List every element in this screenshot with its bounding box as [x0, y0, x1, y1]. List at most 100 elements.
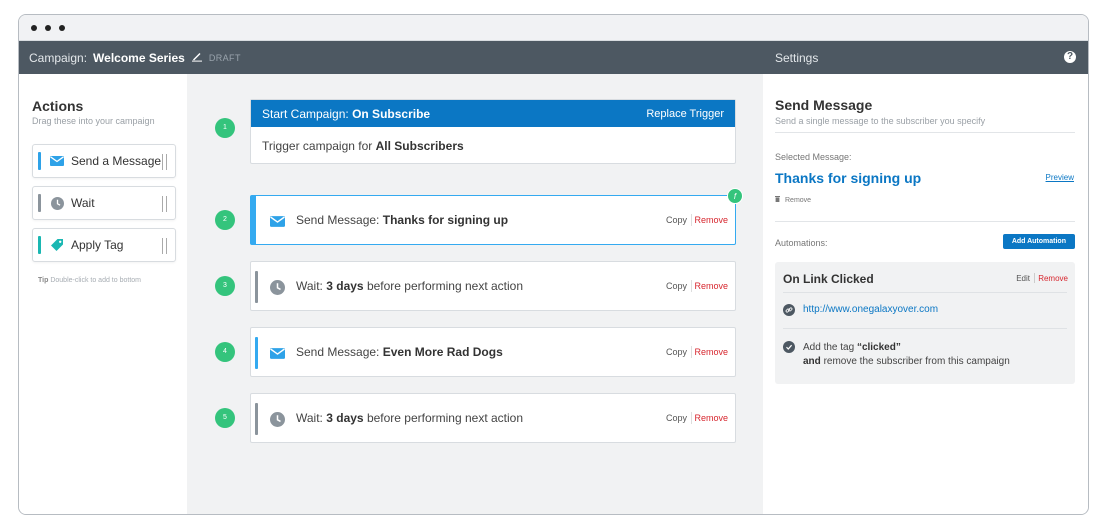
automation-action-row: Add the tag “clicked” and remove the sub… [783, 341, 1010, 369]
step-text: Send Message: Thanks for signing up [296, 213, 508, 227]
divider [691, 214, 692, 226]
action-and: and [803, 356, 821, 367]
step-color-bar [251, 196, 256, 244]
divider [783, 328, 1067, 329]
tag-icon [49, 238, 65, 252]
copy-button[interactable]: Copy [666, 215, 687, 225]
window-dot-icon[interactable] [59, 24, 65, 31]
automation-url-link[interactable]: http://www.onegalaxyover.com [803, 304, 938, 315]
actions-panel: Actions Drag these into your campaign Se… [19, 74, 187, 514]
step-text: Wait: 3 days before performing next acti… [296, 279, 523, 293]
step-number: 4 [215, 342, 235, 362]
workflow-step-card[interactable]: Send Message: Even More Rad Dogs Copy Re… [250, 327, 736, 377]
step-prefix: Wait: [296, 411, 323, 425]
window-dot-icon[interactable] [31, 24, 37, 31]
campaign-name[interactable]: Welcome Series [93, 51, 185, 65]
edit-pencil-icon[interactable] [191, 50, 203, 65]
action-label: Apply Tag [71, 238, 124, 252]
tip-body: Double-click to add to bottom [50, 277, 141, 284]
step-value: Even More Rad Dogs [382, 345, 503, 359]
replace-trigger-button[interactable]: Replace Trigger [646, 108, 724, 120]
automations-label: Automations: [775, 238, 828, 248]
divider [691, 280, 692, 292]
preview-link[interactable]: Preview [1046, 173, 1074, 182]
trigger-card[interactable]: Start Campaign: On Subscribe Replace Tri… [250, 99, 736, 164]
selected-message-link[interactable]: Thanks for signing up [775, 170, 921, 186]
clock-icon [49, 196, 65, 210]
remove-automation-button[interactable]: Remove [1038, 274, 1068, 283]
workflow-step-card[interactable]: Send Message: Thanks for signing up Copy… [250, 188, 743, 245]
action-label: Wait [71, 196, 95, 210]
automation-title: On Link Clicked [783, 272, 874, 286]
clock-icon [269, 279, 285, 295]
add-automation-button[interactable]: Add Automation [1002, 234, 1075, 249]
divider [775, 221, 1075, 222]
status-badge: DRAFT [208, 52, 241, 63]
step-number: 3 [215, 276, 235, 296]
trigger-header: Start Campaign: On Subscribe Replace Tri… [251, 100, 735, 127]
clock-icon [269, 411, 285, 427]
check-icon [783, 341, 795, 353]
action-tag: “clicked” [856, 342, 901, 353]
workflow-canvas: 1 Start Campaign: On Subscribe Replace T… [187, 74, 763, 514]
settings-title: Send Message [775, 97, 873, 113]
window-titlebar [19, 15, 1088, 41]
actions-subtitle: Drag these into your campaign [32, 116, 155, 126]
step-text: Wait: 3 days before performing next acti… [296, 411, 523, 425]
action-label: Send a Message [71, 154, 162, 168]
workflow-step-card[interactable]: Wait: 3 days before performing next acti… [250, 393, 736, 443]
action-apply-tag[interactable]: Apply Tag [32, 228, 176, 262]
remove-message-button[interactable]: Remove [775, 196, 811, 204]
trash-icon [775, 196, 780, 204]
step-suffix: before performing next action [366, 411, 524, 425]
copy-button[interactable]: Copy [666, 413, 687, 423]
action-color-bar [38, 236, 41, 254]
filter-badge-icon[interactable]: f [727, 188, 743, 204]
action-wait[interactable]: Wait [32, 186, 176, 220]
divider [691, 412, 692, 424]
settings-header-label: Settings [775, 50, 819, 65]
remove-button[interactable]: Remove [694, 215, 728, 225]
automation-url-row: http://www.onegalaxyover.com [783, 304, 938, 316]
action-color-bar [38, 194, 41, 212]
step-value: Thanks for signing up [382, 213, 509, 227]
settings-panel: Send Message Send a single message to th… [763, 74, 1088, 514]
app-window: Campaign: Welcome Series DRAFT Settings … [18, 14, 1089, 515]
drag-handle-icon[interactable] [162, 154, 167, 170]
help-icon[interactable]: ? [1064, 51, 1076, 63]
tip-label: Tip [38, 277, 49, 284]
window-dot-icon[interactable] [45, 24, 51, 31]
remove-button[interactable]: Remove [694, 413, 728, 423]
action-send-message[interactable]: Send a Message [32, 144, 176, 178]
action-suffix: remove the subscriber from this campaign [823, 356, 1010, 367]
action-prefix: Add the tag [803, 342, 855, 353]
remove-button[interactable]: Remove [694, 347, 728, 357]
actions-title: Actions [32, 98, 84, 114]
envelope-icon [269, 345, 285, 361]
automation-card: On Link Clicked Edit Remove http://www.o… [775, 262, 1075, 384]
drag-handle-icon[interactable] [162, 238, 167, 254]
step-number: 1 [215, 118, 235, 138]
remove-button[interactable]: Remove [694, 281, 728, 291]
trigger-title-value: On Subscribe [352, 106, 431, 121]
workflow-step-card[interactable]: Wait: 3 days before performing next acti… [250, 261, 736, 311]
tip-text: Tip Double-click to add to bottom [38, 277, 141, 284]
divider [775, 132, 1075, 133]
step-color-bar [255, 337, 258, 369]
divider [783, 292, 1067, 293]
step-color-bar [255, 403, 258, 435]
envelope-icon [269, 213, 285, 229]
copy-button[interactable]: Copy [666, 281, 687, 291]
drag-handle-icon[interactable] [162, 196, 167, 212]
trigger-title-prefix: Start Campaign: [262, 106, 349, 121]
trigger-body: Trigger campaign for All Subscribers [251, 127, 735, 165]
step-prefix: Send Message: [296, 345, 380, 359]
action-color-bar [38, 152, 41, 170]
divider [1034, 273, 1035, 283]
divider [691, 346, 692, 358]
link-icon [783, 304, 795, 316]
step-text: Send Message: Even More Rad Dogs [296, 345, 503, 359]
copy-button[interactable]: Copy [666, 347, 687, 357]
edit-automation-button[interactable]: Edit [1016, 274, 1030, 283]
step-number: 5 [215, 408, 235, 428]
